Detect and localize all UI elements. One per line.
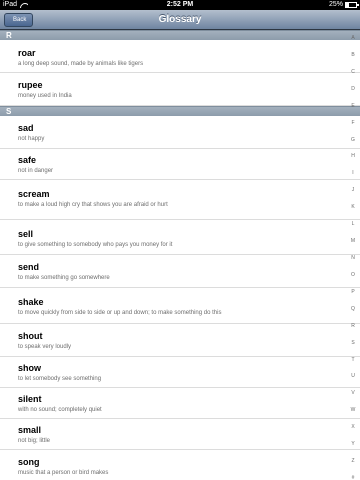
glossary-row[interactable]: silent with no sound; completely quiet bbox=[0, 388, 360, 419]
glossary-word: sell bbox=[18, 229, 34, 239]
index-letter[interactable]: P bbox=[346, 289, 360, 295]
status-time: 2:52 PM bbox=[166, 1, 194, 8]
glossary-word: song bbox=[18, 457, 40, 467]
index-letter[interactable]: # bbox=[346, 475, 360, 480]
index-letter[interactable]: O bbox=[346, 272, 360, 278]
alphabet-index[interactable]: A B C D E F G H I J K L M N O P Q R S T U V W X Y Z # bbox=[346, 30, 360, 480]
glossary-word: small bbox=[18, 425, 42, 435]
index-letter[interactable]: W bbox=[346, 407, 360, 413]
glossary-definition: to give something to somebody who pays y… bbox=[18, 242, 173, 248]
glossary-word: silent bbox=[18, 394, 42, 404]
index-letter[interactable]: D bbox=[346, 86, 360, 92]
index-letter[interactable]: Y bbox=[346, 441, 360, 447]
glossary-row[interactable]: roar a long deep sound, made by animals l… bbox=[0, 40, 360, 73]
status-right: 25% bbox=[328, 0, 359, 10]
index-letter[interactable]: Q bbox=[346, 306, 360, 312]
index-letter[interactable]: A bbox=[346, 35, 360, 41]
glossary-row[interactable]: send to make something go somewhere bbox=[0, 255, 360, 288]
glossary-definition: to speak very loudly bbox=[18, 344, 72, 350]
index-letter[interactable]: N bbox=[346, 255, 360, 261]
index-letter[interactable]: G bbox=[346, 137, 360, 143]
glossary-row[interactable]: scream to make a loud high cry that shows… bbox=[0, 180, 360, 220]
glossary-word: rupee bbox=[18, 80, 43, 90]
glossary-row[interactable]: shake to move quickly from side to side o… bbox=[0, 288, 360, 324]
page-title: Glossary bbox=[158, 14, 202, 25]
glossary-definition: to make a loud high cry that shows you a… bbox=[18, 202, 168, 208]
index-letter[interactable]: L bbox=[346, 221, 360, 227]
glossary-definition: not big; little bbox=[18, 438, 51, 444]
index-letter[interactable]: C bbox=[346, 69, 360, 75]
index-letter[interactable]: V bbox=[346, 390, 360, 396]
glossary-definition: money used in India bbox=[18, 93, 72, 99]
glossary-definition: a long deep sound, made by animals like … bbox=[18, 61, 144, 67]
glossary-word: sad bbox=[18, 123, 34, 133]
glossary-word: roar bbox=[18, 48, 36, 58]
battery-icon bbox=[345, 2, 359, 8]
glossary-row[interactable]: small not big; little bbox=[0, 419, 360, 450]
glossary-list[interactable]: Rroar a long deep sound, made by animals … bbox=[0, 30, 360, 480]
glossary-definition: to move quickly from side to side or up … bbox=[18, 310, 222, 316]
index-letter[interactable]: K bbox=[346, 204, 360, 210]
glossary-row[interactable]: song music that a person or bird makes bbox=[0, 450, 360, 480]
section-header: R bbox=[0, 30, 360, 40]
navigation-bar: Back Glossary bbox=[0, 10, 360, 30]
battery-fill bbox=[346, 3, 349, 7]
glossary-definition: with no sound; completely quiet bbox=[18, 407, 102, 413]
glossary-definition: not in danger bbox=[18, 168, 54, 174]
glossary-row[interactable]: sad not happy bbox=[0, 116, 360, 149]
glossary-definition: to make something go somewhere bbox=[18, 275, 110, 281]
battery-percent: 25% bbox=[328, 1, 343, 8]
index-letter[interactable]: U bbox=[346, 373, 360, 379]
glossary-definition: music that a person or bird makes bbox=[18, 470, 109, 476]
index-letter[interactable]: X bbox=[346, 424, 360, 430]
glossary-word: shake bbox=[18, 297, 44, 307]
glossary-row[interactable]: sell to give something to somebody who pa… bbox=[0, 220, 360, 255]
index-letter[interactable]: Z bbox=[346, 458, 360, 464]
index-letter[interactable]: F bbox=[346, 120, 360, 126]
glossary-definition: not happy bbox=[18, 136, 45, 142]
glossary-word: show bbox=[18, 363, 42, 373]
index-letter[interactable]: B bbox=[346, 52, 360, 58]
glossary-word: send bbox=[18, 262, 40, 272]
glossary-word: scream bbox=[18, 189, 50, 199]
index-letter[interactable]: T bbox=[346, 357, 360, 363]
index-letter[interactable]: E bbox=[346, 103, 360, 109]
index-letter[interactable]: H bbox=[346, 153, 360, 159]
glossary-definition: to let somebody see something bbox=[18, 376, 102, 382]
glossary-word: shout bbox=[18, 331, 43, 341]
section-header: S bbox=[0, 106, 360, 116]
index-letter[interactable]: S bbox=[346, 340, 360, 346]
glossary-word: safe bbox=[18, 155, 37, 165]
index-letter[interactable]: R bbox=[346, 323, 360, 329]
index-letter[interactable]: I bbox=[346, 170, 360, 176]
status-bar: iPad 2:52 PM 25% bbox=[0, 0, 360, 10]
glossary-row[interactable]: shout to speak very loudly bbox=[0, 324, 360, 357]
index-letter[interactable]: M bbox=[346, 238, 360, 244]
glossary-row[interactable]: rupee money used in India bbox=[0, 73, 360, 106]
index-letter[interactable]: J bbox=[346, 187, 360, 193]
glossary-row[interactable]: safe not in danger bbox=[0, 149, 360, 180]
glossary-row[interactable]: show to let somebody see something bbox=[0, 357, 360, 388]
